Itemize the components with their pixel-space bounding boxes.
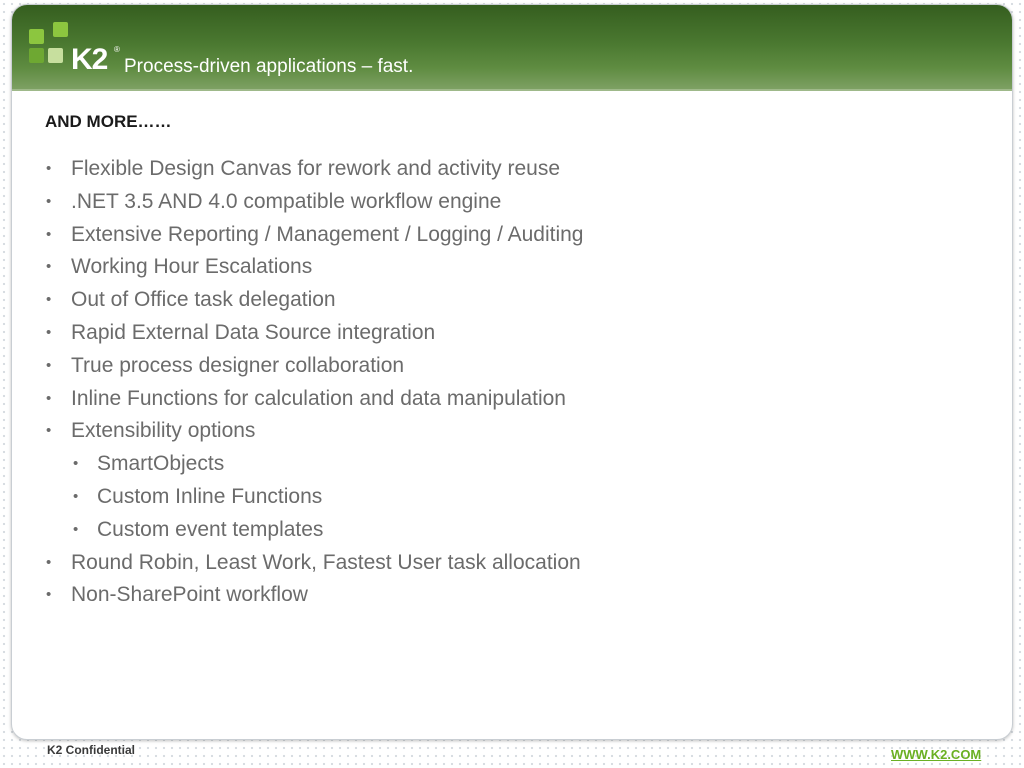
sub-bullet-item: • Custom event templates: [45, 514, 584, 547]
registered-mark: ®: [114, 45, 120, 54]
logo-square-icon: [48, 48, 63, 63]
bullet-item: • Flexible Design Canvas for rework and a…: [45, 153, 584, 186]
logo-wordmark: K2: [71, 43, 108, 76]
bullet-dot-icon: •: [46, 553, 52, 571]
bullet-item: • Inline Functions for calculation and da…: [45, 383, 584, 416]
slide-title: AND MORE……: [45, 112, 172, 131]
bullet-text: Round Robin, Least Work, Fastest User ta…: [71, 550, 581, 574]
logo-tagline: Process-driven applications – fast.: [124, 56, 414, 77]
bullet-text: Extensibility options: [71, 419, 256, 443]
bullet-item: • Out of Office task delegation: [45, 284, 584, 317]
header-banner: K2 ® Process-driven applications – fast.: [12, 5, 1012, 91]
bullet-text: Custom Inline Functions: [97, 484, 323, 508]
bullet-item: • True process designer collaboration: [45, 350, 584, 383]
bullet-text: Rapid External Data Source integration: [71, 320, 436, 344]
bullet-item: • Working Hour Escalations: [45, 251, 584, 284]
bullet-dot-icon: •: [46, 225, 52, 243]
bullet-dot-icon: •: [46, 258, 52, 276]
bullet-item: • Non-SharePoint workflow: [45, 579, 584, 612]
bullet-dot-icon: •: [73, 487, 79, 505]
bullet-text: Custom event templates: [97, 517, 324, 541]
bullet-text: SmartObjects: [97, 452, 225, 476]
bullet-dot-icon: •: [46, 586, 52, 604]
logo-square-icon: [29, 29, 44, 44]
bullet-dot-icon: •: [46, 356, 52, 374]
bullet-text: Extensive Reporting / Management / Loggi…: [71, 222, 584, 246]
k2-logo-mark-icon: [29, 22, 71, 64]
bullet-dot-icon: •: [46, 192, 52, 210]
slide-card: K2 ® Process-driven applications – fast.…: [11, 4, 1013, 740]
bullet-text: Inline Functions for calculation and dat…: [71, 386, 566, 410]
bullet-item: • Round Robin, Least Work, Fastest User t…: [45, 547, 584, 580]
bullet-text: .NET 3.5 AND 4.0 compatible workflow eng…: [71, 189, 502, 213]
bullet-dot-icon: •: [46, 389, 52, 407]
sub-bullet-item: • Custom Inline Functions: [45, 481, 584, 514]
logo-square-icon: [29, 48, 44, 63]
bullet-dot-icon: •: [46, 160, 52, 177]
sub-bullet-item: • SmartObjects: [45, 448, 584, 481]
bullet-item: • Rapid External Data Source integration: [45, 317, 584, 350]
bullet-text: Flexible Design Canvas for rework and ac…: [71, 157, 561, 180]
bullet-item: • Extensive Reporting / Management / Logg…: [45, 219, 584, 252]
bullet-text: True process designer collaboration: [71, 353, 405, 377]
bullet-dot-icon: •: [73, 520, 79, 538]
bullet-text: Non-SharePoint workflow: [71, 583, 308, 607]
bullet-text: Working Hour Escalations: [71, 255, 313, 279]
bullet-dot-icon: •: [73, 455, 79, 473]
footer-confidential-label: K2 Confidential: [47, 743, 136, 757]
bullet-dot-icon: •: [46, 291, 52, 309]
bullet-item: • .NET 3.5 AND 4.0 compatible workflow en…: [45, 186, 584, 219]
website-link[interactable]: WWW.K2.COM: [891, 747, 981, 762]
bullet-item: • Extensibility options: [45, 415, 584, 448]
bullet-list: • Flexible Design Canvas for rework and a…: [45, 153, 584, 612]
bullet-dot-icon: •: [46, 323, 52, 341]
logo-square-icon: [53, 22, 68, 37]
bullet-dot-icon: •: [46, 422, 52, 440]
bullet-text: Out of Office task delegation: [71, 288, 336, 312]
